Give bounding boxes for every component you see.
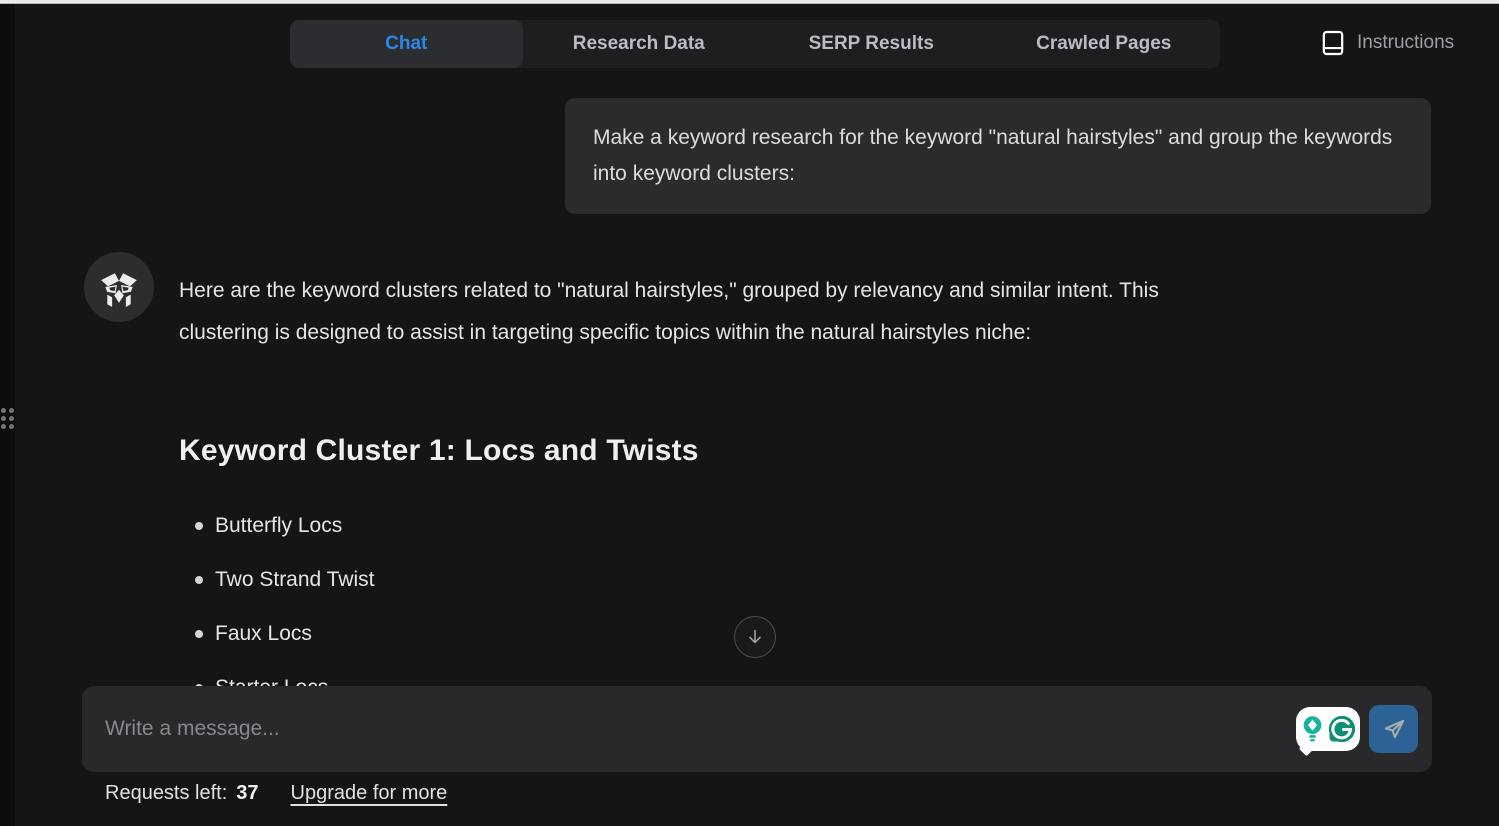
keyword-item: Two Strand Twist bbox=[215, 566, 375, 594]
cluster-1-heading: Keyword Cluster 1: Locs and Twists bbox=[179, 434, 699, 468]
requests-left-value: 37 bbox=[236, 782, 258, 805]
panel-drag-handle-icon[interactable] bbox=[1, 408, 14, 429]
message-composer bbox=[82, 686, 1432, 772]
scroll-to-bottom-button[interactable] bbox=[734, 616, 776, 658]
grammarly-widget[interactable] bbox=[1296, 707, 1360, 751]
requests-left-label: Requests left: bbox=[105, 782, 227, 805]
paper-plane-icon bbox=[1381, 716, 1407, 742]
tab-crawled-pages[interactable]: Crawled Pages bbox=[988, 20, 1221, 68]
upgrade-link[interactable]: Upgrade for more bbox=[291, 782, 448, 805]
left-panel-gutter bbox=[0, 4, 15, 826]
assistant-intro-text: Here are the keyword clusters related to… bbox=[179, 270, 1184, 354]
user-message-bubble: Make a keyword research for the keyword … bbox=[565, 98, 1431, 214]
tab-chat[interactable]: Chat bbox=[290, 20, 523, 68]
arrow-down-icon bbox=[745, 627, 765, 647]
message-input[interactable] bbox=[105, 717, 1296, 741]
keyword-item: Butterfly Locs bbox=[215, 512, 375, 540]
chat-app-window: Chat Research Data SERP Results Crawled … bbox=[0, 0, 1499, 826]
tab-research-data[interactable]: Research Data bbox=[523, 20, 756, 68]
tab-serp-results[interactable]: SERP Results bbox=[755, 20, 988, 68]
grammarly-g-logo-icon bbox=[1327, 714, 1357, 744]
keyword-item: Faux Locs bbox=[215, 620, 375, 648]
assistant-avatar bbox=[84, 252, 154, 322]
instructions-label: Instructions bbox=[1357, 32, 1454, 54]
window-top-edge bbox=[0, 0, 1499, 4]
usage-footer: Requests left: 37 Upgrade for more bbox=[105, 782, 447, 805]
instructions-button[interactable]: Instructions bbox=[1322, 30, 1454, 56]
grammarly-suggestion-lightbulb-icon bbox=[1299, 714, 1326, 744]
send-button[interactable] bbox=[1369, 705, 1418, 753]
tab-bar: Chat Research Data SERP Results Crawled … bbox=[290, 20, 1220, 68]
owl-logo-icon bbox=[97, 265, 141, 309]
book-icon bbox=[1322, 30, 1344, 56]
